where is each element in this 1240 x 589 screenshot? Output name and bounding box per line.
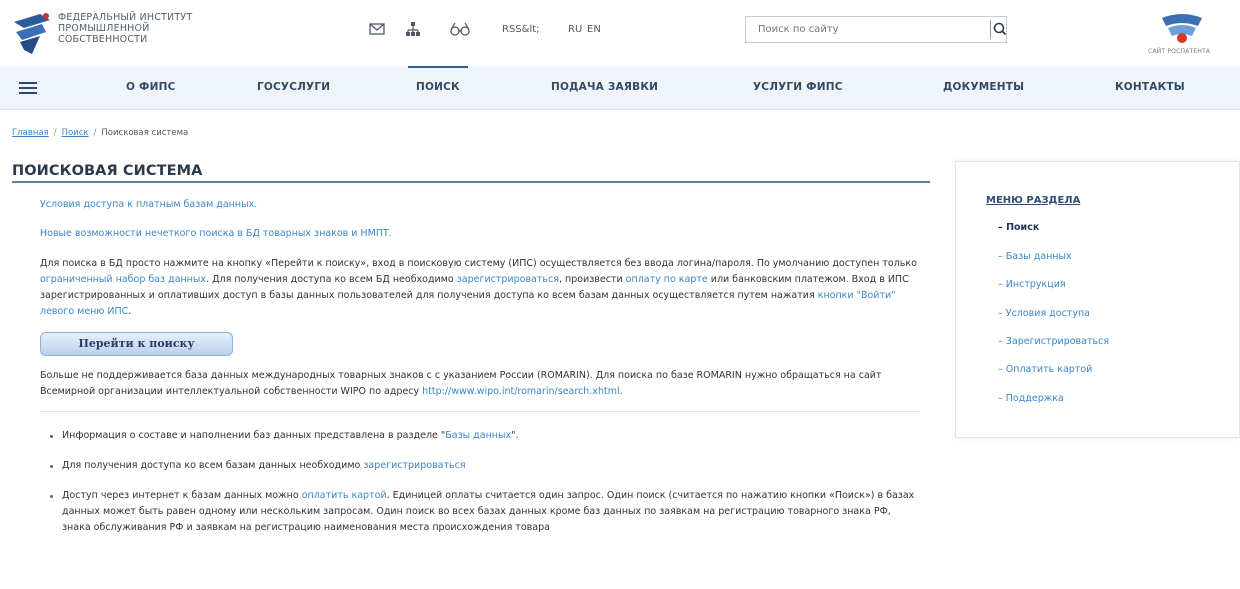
mail-icon[interactable]: [368, 20, 386, 38]
lang-ru[interactable]: RU: [568, 24, 582, 35]
info-list: Информация о составе и наполнении баз да…: [40, 428, 920, 536]
breadcrumb-search[interactable]: Поиск: [62, 128, 89, 138]
nav-item-contacts[interactable]: КОНТАКТЫ: [1115, 81, 1185, 93]
nav-active-indicator: [408, 66, 468, 68]
sitemap-icon[interactable]: [404, 20, 422, 38]
side-item-databases[interactable]: Базы данных: [998, 251, 1072, 262]
side-item-access-conditions[interactable]: Условия доступа: [998, 308, 1090, 319]
breadcrumb-current: Поисковая система: [101, 128, 189, 138]
nav-item-search[interactable]: ПОИСК: [416, 81, 460, 93]
content-divider: [40, 411, 920, 412]
breadcrumb: Главная / Поиск / Поисковая система: [12, 128, 189, 138]
limited-db-link[interactable]: ограниченный набор баз данных: [40, 274, 206, 285]
card-payment-link[interactable]: оплату по карте: [626, 274, 708, 285]
page-title: ПОИСКОВАЯ СИСТЕМА: [12, 163, 203, 179]
go-to-search-button[interactable]: Перейти к поиску: [40, 332, 233, 356]
list-item: Для получения доступа ко всем базам данн…: [40, 458, 920, 474]
pay-by-card-link[interactable]: оплатить картой: [302, 490, 387, 501]
site-header: ФЕДЕРАЛЬНЫЙ ИНСТИТУТ ПРОМЫШЛЕННОЙ СОБСТВ…: [0, 0, 1240, 66]
lang-en[interactable]: EN: [587, 24, 601, 35]
list-item: Доступ через интернет к базам данных мож…: [40, 488, 920, 536]
section-menu: МЕНЮ РАЗДЕЛА Поиск Базы данных Инструкци…: [955, 161, 1240, 438]
romarin-paragraph: Больше не поддерживается база данных меж…: [40, 370, 882, 397]
logo-title[interactable]: ФЕДЕРАЛЬНЫЙ ИНСТИТУТ ПРОМЫШЛЕННОЙ СОБСТВ…: [58, 12, 192, 45]
paid-access-conditions-link[interactable]: Условия доступа к платным базам данных.: [40, 197, 920, 213]
fuzzy-search-news-link[interactable]: Новые возможности нечеткого поиска в БД …: [40, 226, 920, 242]
intro-paragraph: Для поиска в БД просто нажмите на кнопку…: [40, 258, 917, 317]
register-link-2[interactable]: зарегистрироваться: [363, 460, 465, 471]
nav-item-submit-application[interactable]: ПОДАЧА ЗАЯВКИ: [551, 81, 658, 93]
accessibility-glasses-icon[interactable]: [449, 20, 471, 38]
nav-item-about[interactable]: О ФИПС: [126, 81, 175, 93]
databases-link[interactable]: Базы данных: [445, 430, 511, 441]
side-item-pay-by-card[interactable]: Оплатить картой: [998, 364, 1093, 375]
rospatent-label[interactable]: САЙТ РОСПАТЕНТА: [1148, 48, 1210, 55]
rospatent-logo-icon[interactable]: [1158, 10, 1206, 46]
hamburger-menu-icon[interactable]: [19, 82, 37, 94]
side-item-register[interactable]: Зарегистрироваться: [998, 336, 1109, 347]
nav-item-documents[interactable]: ДОКУМЕНТЫ: [943, 81, 1024, 93]
side-item-search[interactable]: Поиск: [998, 222, 1039, 233]
title-underline: [12, 181, 930, 183]
rss-link[interactable]: RSS&lt;: [502, 24, 540, 35]
search-input[interactable]: [746, 17, 980, 42]
nav-item-fips-services[interactable]: УСЛУГИ ФИПС: [753, 81, 843, 93]
nav-item-gosuslugi[interactable]: ГОСУСЛУГИ: [257, 81, 330, 93]
fips-logo-icon[interactable]: [10, 10, 54, 56]
site-search: [745, 16, 1007, 43]
register-link[interactable]: зарегистрироваться: [457, 274, 559, 285]
search-icon[interactable]: [993, 18, 1007, 41]
side-item-instructions[interactable]: Инструкция: [998, 279, 1066, 290]
main-content: Условия доступа к платным базам данных. …: [40, 196, 920, 536]
main-nav: О ФИПС ГОСУСЛУГИ ПОИСК ПОДАЧА ЗАЯВКИ УСЛ…: [0, 66, 1240, 110]
breadcrumb-home[interactable]: Главная: [12, 128, 49, 138]
list-item: Информация о составе и наполнении баз да…: [40, 428, 920, 444]
wipo-romarin-link[interactable]: http://www.wipo.int/romarin/search.xhtml: [422, 386, 619, 397]
side-item-support[interactable]: Поддержка: [998, 393, 1064, 404]
search-divider: [990, 20, 991, 39]
section-menu-title[interactable]: МЕНЮ РАЗДЕЛА: [986, 195, 1080, 206]
